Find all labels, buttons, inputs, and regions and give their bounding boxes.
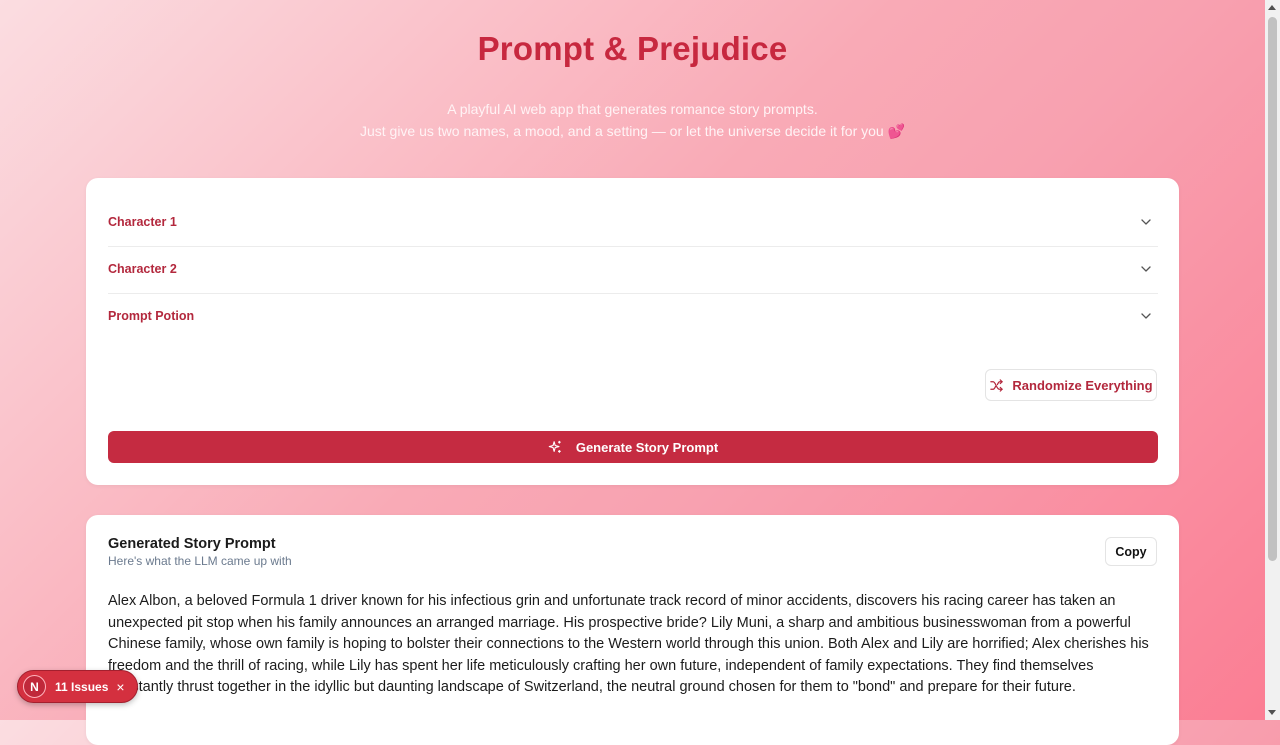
generate-label: Generate Story Prompt	[575, 439, 719, 455]
scroll-up-arrow-icon[interactable]	[1268, 5, 1276, 10]
result-subtitle: Here's what the LLM came up with	[108, 554, 292, 568]
story-text: Alex Albon, a beloved Formula 1 driver k…	[108, 593, 1149, 696]
randomize-label: Randomize Everything	[1012, 377, 1153, 393]
randomize-everything-button[interactable]: Randomize Everything	[985, 369, 1157, 401]
shuffle-icon	[990, 378, 1004, 392]
page-subtitle-line-1: A playful AI web app that generates roma…	[447, 101, 818, 117]
close-icon[interactable]: ×	[116, 680, 124, 694]
accordion-label: Character 2	[108, 262, 177, 276]
accordion-prompt-potion[interactable]: Prompt Potion	[108, 293, 1158, 340]
page-title: Prompt & Prejudice	[477, 30, 788, 67]
result-title: Generated Story Prompt	[108, 536, 276, 552]
copy-button[interactable]: Copy	[1105, 537, 1157, 566]
nextjs-logo: N	[23, 675, 46, 698]
generate-story-prompt-button[interactable]: Generate Story Prompt	[108, 431, 1158, 463]
generated-prompt-card: Generated Story Prompt Here's what the L…	[86, 515, 1179, 745]
chevron-down-icon	[1141, 266, 1151, 272]
scrollbar-thumb[interactable]	[1268, 17, 1277, 561]
issues-count: 11 Issues	[55, 679, 109, 694]
accordion-character-2[interactable]: Character 2	[108, 246, 1158, 294]
chevron-down-icon	[1141, 313, 1151, 319]
page: Prompt & Prejudice A playful AI web app …	[0, 0, 1265, 745]
chevron-down-icon	[1141, 219, 1151, 225]
scroll-down-arrow-icon[interactable]	[1268, 710, 1276, 715]
page-subtitle-line-2: Just give us two names, a mood, and a se…	[359, 123, 906, 139]
prompt-form-card: Character 1 Character 2 Prompt Potion Ra…	[86, 178, 1179, 485]
accordion-label: Prompt Potion	[108, 309, 195, 323]
accordion-character-1[interactable]: Character 1	[108, 199, 1158, 247]
dev-issues-badge[interactable]: N 11 Issues ×	[17, 670, 138, 703]
accordion-label: Character 1	[108, 215, 177, 229]
sparkles-icon	[548, 440, 561, 453]
scrollbar[interactable]	[1265, 0, 1280, 720]
